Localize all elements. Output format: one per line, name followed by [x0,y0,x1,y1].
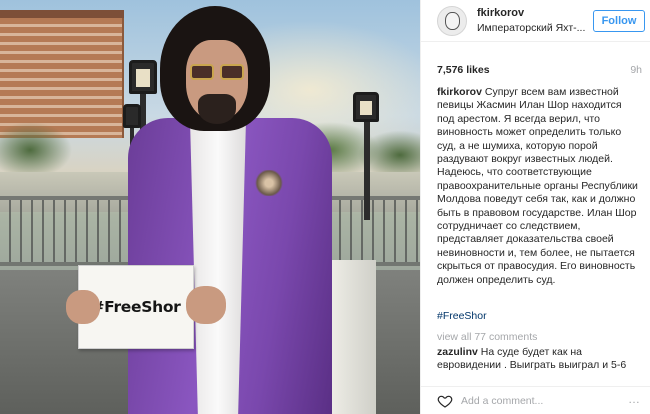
post-photo[interactable]: #FreeShor [0,0,420,414]
beard [198,94,236,124]
street-lamp [353,92,379,122]
add-comment-input[interactable] [461,392,611,410]
view-all-comments-link[interactable]: view all 77 comments [437,331,537,343]
post-username[interactable]: fkirkorov [477,7,524,19]
hashtag-link[interactable]: #FreeShor [437,310,487,322]
brooch [254,170,284,196]
sign-text: #FreeShor [91,298,181,316]
post-time[interactable]: 9h [630,64,642,76]
right-hand [186,286,226,324]
likes-count[interactable]: 7,576 likes [437,64,490,76]
comment-username[interactable]: zazulinv [437,346,478,358]
comment-item: zazulinv На суде будет как на евровидени… [437,346,639,373]
follow-button[interactable]: Follow [593,10,645,32]
street-lamp [123,104,141,128]
profile-avatar[interactable] [437,6,467,36]
sunglasses [190,64,246,80]
more-options-icon[interactable]: … [628,392,641,406]
left-hand [66,290,100,324]
caption-username[interactable]: fkirkorov [437,86,482,98]
post-location[interactable]: Императорский Яхт-... [477,22,589,34]
caption-text: Супруг всем вам известной певицы Жасмин … [437,86,638,286]
heart-icon[interactable] [437,393,453,409]
post-header: fkirkorov Императорский Яхт-... Follow [421,0,650,42]
avatar-face-icon [445,12,460,30]
lamp-post [364,120,370,220]
white-shirt [190,120,246,414]
street-lamp [129,60,157,94]
add-comment-bar: … [421,386,650,414]
post-caption: fkirkorov Супруг всем вам известной певи… [437,86,639,287]
post-sidebar: fkirkorov Императорский Яхт-... Follow 7… [420,0,650,414]
